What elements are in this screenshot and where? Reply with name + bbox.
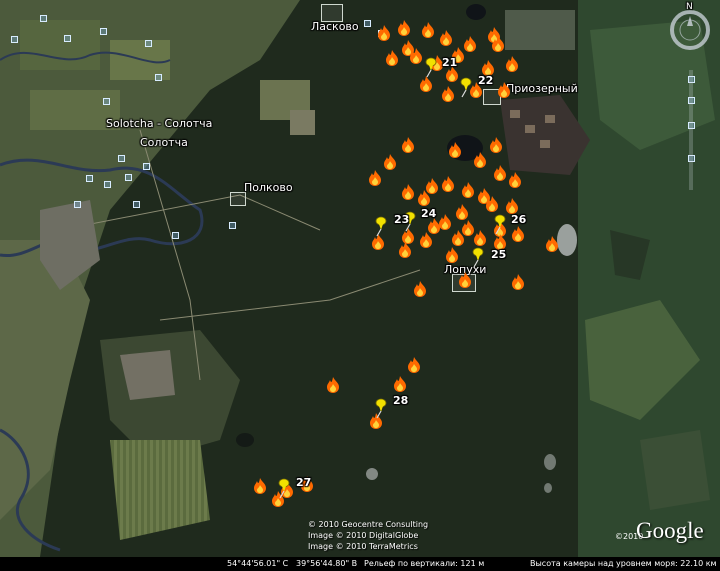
fire-icon[interactable] [497, 82, 511, 98]
status-bar: 54°44'56.01" С 39°56'44.80" В Рельеф по … [0, 557, 720, 571]
fire-icon[interactable] [545, 236, 559, 252]
fire-icon[interactable] [445, 247, 459, 263]
fire-icon[interactable] [383, 154, 397, 170]
fire-icon[interactable] [463, 36, 477, 52]
square-settlement-icon[interactable] [133, 201, 140, 208]
fire-icon[interactable] [398, 242, 412, 258]
fire-icon[interactable] [491, 36, 505, 52]
fire-icon[interactable] [439, 30, 453, 46]
yellow-pushpin-icon[interactable] [470, 246, 484, 268]
fire-icon[interactable] [441, 176, 455, 192]
copyright-line-2: Image © 2010 DigitalGlobe [308, 531, 419, 540]
marker-label-22[interactable]: 22 [478, 74, 493, 87]
marker-label-26[interactable]: 26 [511, 213, 526, 226]
square-settlement-icon[interactable] [125, 174, 132, 181]
marker-label-21[interactable]: 21 [442, 56, 457, 69]
yellow-pushpin-icon[interactable] [458, 76, 472, 98]
yellow-pushpin-icon[interactable] [373, 397, 387, 419]
fire-icon[interactable] [326, 377, 340, 393]
square-settlement-icon[interactable] [103, 98, 110, 105]
fire-icon[interactable] [409, 48, 423, 64]
fire-icon[interactable] [489, 137, 503, 153]
yellow-pushpin-icon[interactable] [423, 56, 437, 78]
square-settlement-icon[interactable] [145, 40, 152, 47]
square-settlement-icon[interactable] [104, 181, 111, 188]
square-settlement-icon[interactable] [364, 20, 371, 27]
square-settlement-icon[interactable] [11, 36, 18, 43]
copyright-line-3: Image © 2010 TerraMetrics [308, 542, 418, 551]
fire-icon[interactable] [427, 218, 441, 234]
fire-icon[interactable] [508, 172, 522, 188]
fire-icon[interactable] [458, 272, 472, 288]
altitude-readout: Высота камеры над уровнем моря: 22.10 км [530, 559, 717, 568]
fire-icon[interactable] [505, 56, 519, 72]
place-label-solotcha[interactable]: Солотча [140, 136, 188, 149]
place-label-solotcha-latin[interactable]: Solotcha - Солотча [106, 117, 212, 130]
fire-icon[interactable] [448, 142, 462, 158]
marker-label-25[interactable]: 25 [491, 248, 506, 261]
fire-icon[interactable] [397, 20, 411, 36]
square-settlement-icon[interactable] [74, 201, 81, 208]
square-settlement-icon[interactable] [118, 155, 125, 162]
fire-icon[interactable] [473, 230, 487, 246]
fire-icon[interactable] [441, 86, 455, 102]
fire-icon[interactable] [455, 204, 469, 220]
compass-north-label: N [686, 2, 693, 12]
place-label-laskovo[interactable]: Ласково [311, 20, 359, 33]
marker-label-24[interactable]: 24 [421, 207, 436, 220]
yellow-pushpin-icon[interactable] [373, 215, 387, 237]
square-settlement-icon[interactable] [172, 232, 179, 239]
fire-icon[interactable] [368, 170, 382, 186]
fire-icon[interactable] [485, 196, 499, 212]
place-label-polkovo[interactable]: Полково [244, 181, 293, 194]
fire-icon[interactable] [419, 232, 433, 248]
place-label-priozerny[interactable]: Приозерный [506, 82, 578, 95]
fire-icon[interactable] [393, 376, 407, 392]
copyright-line-1: © 2010 Geocentre Consulting [308, 520, 429, 529]
fire-icon[interactable] [461, 182, 475, 198]
fire-icon[interactable] [401, 137, 415, 153]
square-settlement-icon[interactable] [100, 28, 107, 35]
polkovo-marker-box[interactable] [230, 192, 246, 206]
satellite-map[interactable]: Ласково Solotcha - Солотча Солотча Полко… [0, 0, 720, 571]
longitude-readout: 39°56'44.80" В [296, 559, 358, 568]
fire-icon[interactable] [413, 281, 427, 297]
fire-icon[interactable] [511, 274, 525, 290]
fire-icon[interactable] [421, 22, 435, 38]
fire-icon[interactable] [493, 165, 507, 181]
fire-icon[interactable] [253, 478, 267, 494]
yellow-pushpin-icon[interactable] [276, 477, 290, 499]
fire-icon[interactable] [511, 226, 525, 242]
imagery-copyright: © 2010 Geocentre Consulting Image © 2010… [308, 519, 428, 552]
fire-icon[interactable] [377, 25, 391, 41]
fire-icon[interactable] [385, 50, 399, 66]
relief-readout: Рельеф по вертикали: 121 м [364, 559, 485, 568]
fire-icon[interactable] [473, 152, 487, 168]
google-logo: Google [636, 518, 704, 543]
marker-label-23[interactable]: 23 [394, 213, 409, 226]
square-settlement-icon[interactable] [64, 35, 71, 42]
square-settlement-icon[interactable] [155, 74, 162, 81]
fire-icon[interactable] [451, 230, 465, 246]
marker-label-27[interactable]: 27 [296, 476, 311, 489]
satellite-imagery [0, 0, 720, 571]
fire-icon[interactable] [407, 357, 421, 373]
fire-icon[interactable] [401, 184, 415, 200]
marker-label-28[interactable]: 28 [393, 394, 408, 407]
square-settlement-icon[interactable] [143, 163, 150, 170]
fire-icon[interactable] [505, 198, 519, 214]
yellow-pushpin-icon[interactable] [492, 213, 506, 235]
square-settlement-icon[interactable] [86, 175, 93, 182]
zoom-slider[interactable] [683, 70, 699, 190]
square-settlement-icon[interactable] [229, 222, 236, 229]
latitude-readout: 54°44'56.01" С [227, 559, 289, 568]
fire-icon[interactable] [419, 76, 433, 92]
fire-icon[interactable] [417, 190, 431, 206]
square-settlement-icon[interactable] [40, 15, 47, 22]
